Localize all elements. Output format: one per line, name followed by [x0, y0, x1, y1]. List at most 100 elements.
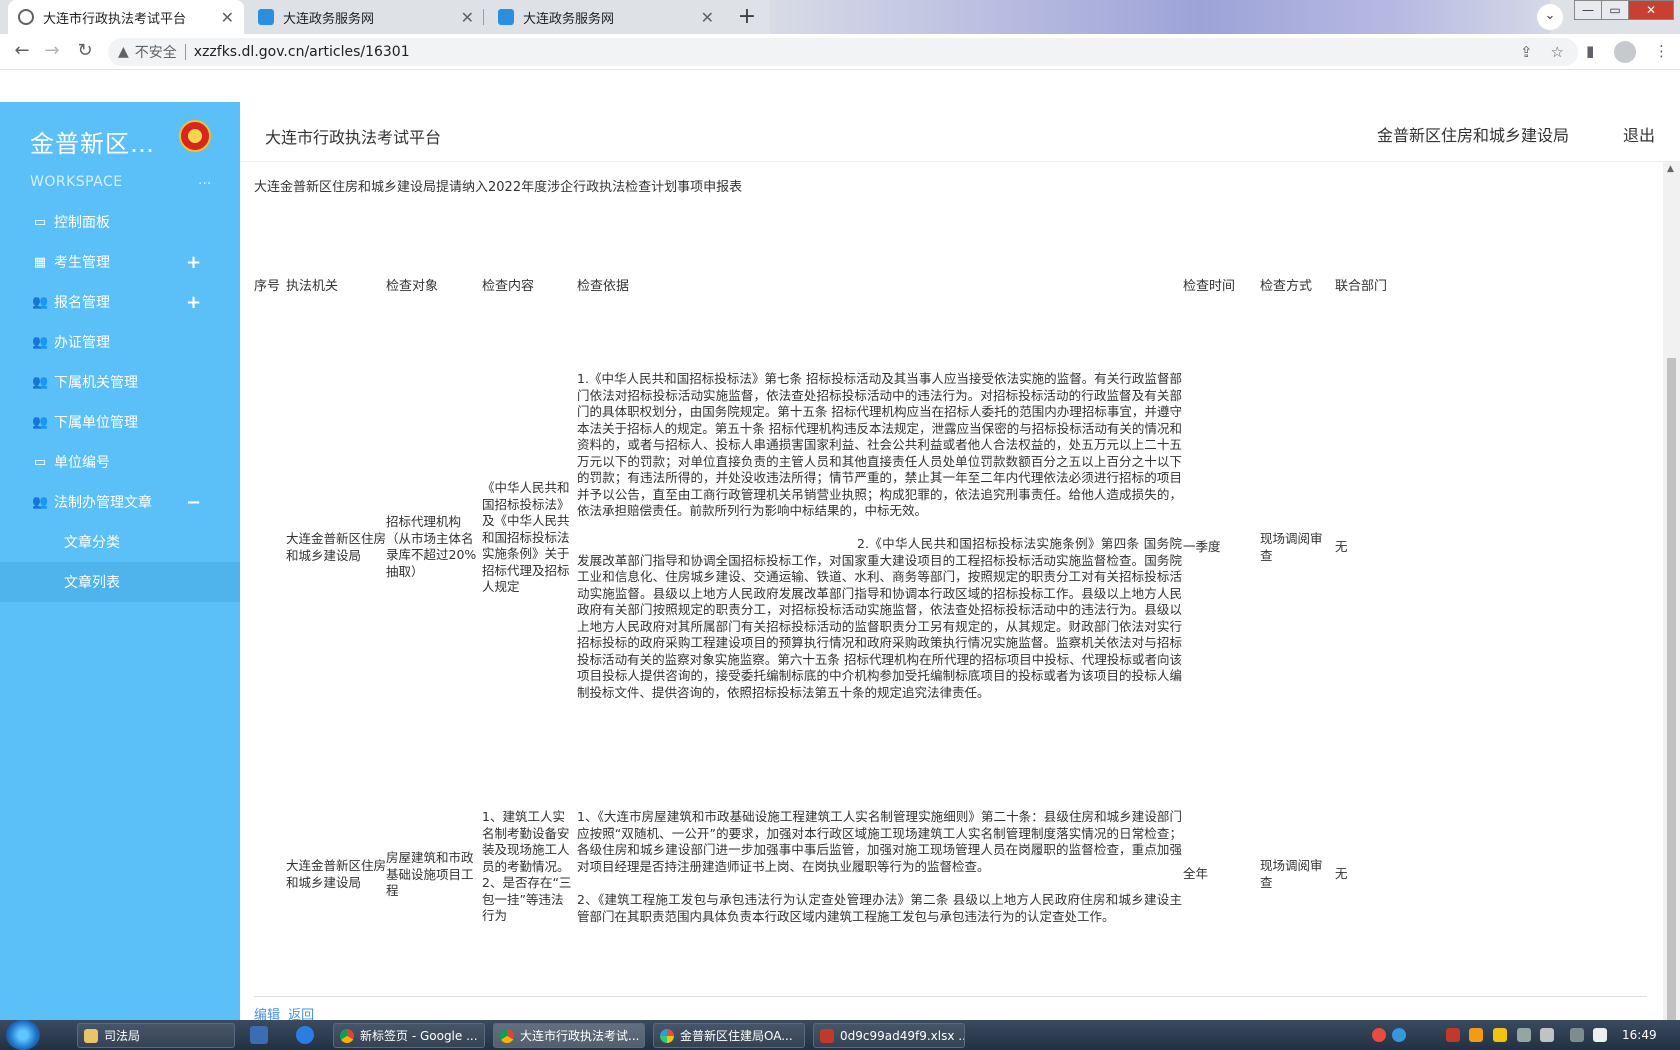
taskbar-item-exam-platform[interactable]: 大连市行政执法考试... — [493, 1023, 645, 1048]
row1-agency: 大连金普新区住房和城乡建设局 — [286, 531, 387, 563]
row1-time: 一季度 — [1183, 539, 1221, 554]
app-logo-text[interactable]: 金普新区… — [30, 124, 155, 159]
minimize-button[interactable]: — — [1574, 0, 1602, 20]
sidebar-subitem-label: 文章分类 — [64, 535, 120, 551]
folder-icon — [84, 1028, 98, 1043]
column-header-method: 检查方式 — [1260, 279, 1313, 294]
column-header-agency: 执法机关 — [286, 279, 339, 294]
sidebar-item-certificates[interactable]: 👥 办证管理 — [0, 322, 240, 362]
tab-title: 大连政务服务网 — [523, 11, 615, 27]
row1-basis-2: 2.《中华人民共和国招标投标法实施条例》第四条 国务院发展改革部门指导和协调全国… — [577, 536, 1182, 700]
browser-icon — [660, 1028, 674, 1043]
close-tab-icon[interactable]: ✕ — [461, 8, 474, 27]
row1-target: 招标代理机构（从市场主体名录库不超过20%抽取） — [386, 514, 477, 579]
forward-icon[interactable]: → — [40, 40, 64, 64]
close-tab-icon[interactable]: ✕ — [701, 8, 714, 27]
help-icon[interactable] — [1392, 1028, 1406, 1042]
sidebar-item-candidates[interactable]: ▦ 考生管理 + — [0, 242, 240, 282]
column-header-content: 检查内容 — [482, 279, 535, 294]
menu-icon[interactable]: ⋮ — [1654, 42, 1669, 60]
article-content: 大连金普新区住房和城乡建设局提请纳入2022年度涉企行政执法检查计划事项申报表 … — [240, 162, 1663, 1020]
close-window-button[interactable]: ✕ — [1628, 0, 1674, 20]
warning-icon[interactable]: ▲ — [118, 44, 129, 60]
grid-icon: ▦ — [33, 254, 47, 270]
sidebar-subitem-article-list[interactable]: 文章列表 — [0, 562, 240, 602]
app-header: 大连市行政执法考试平台 金普新区住房和城乡建设局 退出 — [240, 102, 1680, 162]
scroll-up-arrow-icon[interactable]: ▲ — [1667, 164, 1674, 174]
wps-tray-icon[interactable] — [1446, 1028, 1460, 1042]
back-link[interactable]: 返回 — [288, 1008, 314, 1020]
browser-quicklaunch-icon[interactable] — [296, 1026, 314, 1044]
back-icon[interactable]: ← — [10, 40, 34, 64]
url-text[interactable]: xzzfks.dl.gov.cn/articles/16301 — [194, 44, 410, 60]
sidebar-item-unit-codes[interactable]: ▭ 单位编号 — [0, 442, 240, 482]
row2-target: 房屋建筑和市政基础设施项目工程 — [386, 850, 474, 898]
tab-exam-platform[interactable]: 大连市行政执法考试平台 ✕ — [8, 0, 244, 34]
new-tab-button[interactable]: + — [733, 4, 761, 32]
tab-title: 大连市行政执法考试平台 — [43, 11, 187, 27]
sidebar-item-dashboard[interactable]: ▭ 控制面板 — [0, 202, 240, 242]
display-icon[interactable] — [1570, 1028, 1584, 1042]
start-button[interactable] — [6, 1020, 40, 1050]
taskbar-item-xlsx[interactable]: 0d9c99ad49f9.xlsx ... — [813, 1023, 965, 1048]
monitor-icon: ▭ — [33, 454, 47, 470]
article-title: 大连金普新区住房和城乡建设局提请纳入2022年度涉企行政执法检查计划事项申报表 — [254, 180, 743, 195]
taskbar-item-folder[interactable]: 司法局 — [77, 1023, 235, 1048]
taskbar-item-newtab[interactable]: 新标签页 - Google ... — [333, 1023, 485, 1048]
tab-gov-service-2[interactable]: 大连政务服务网 ✕ — [488, 0, 724, 34]
page-scrollbar[interactable]: ▲ — [1663, 162, 1680, 1020]
row1-basis-1: 1.《中华人民共和国招标投标法》第七条 招标投标活动及其当事人应当接受依法实施的… — [577, 371, 1182, 518]
site-title: 大连市行政执法考试平台 — [265, 128, 442, 147]
gov-site-icon — [498, 9, 514, 25]
volume-muted-icon[interactable] — [1593, 1028, 1607, 1042]
tab-title: 大连政务服务网 — [283, 11, 375, 27]
network-icon[interactable] — [1517, 1028, 1531, 1042]
sidebar-item-label: 考生管理 — [54, 255, 110, 271]
security-label[interactable]: 不安全 — [135, 42, 177, 62]
tab-search-button[interactable]: ⌄ — [1537, 4, 1563, 30]
taskbar-item-label: 司法局 — [104, 1029, 141, 1043]
close-tab-icon[interactable]: ✕ — [221, 8, 234, 27]
reload-icon[interactable]: ↻ — [73, 40, 97, 64]
sidebar-item-legal-articles[interactable]: 👥 法制办管理文章 − — [0, 482, 240, 522]
expand-plus-icon[interactable]: + — [186, 252, 201, 273]
logout-link[interactable]: 退出 — [1623, 122, 1655, 146]
input-method-icon[interactable] — [1372, 1028, 1386, 1042]
users-icon: 👥 — [32, 374, 49, 390]
collapse-minus-icon[interactable]: − — [186, 492, 201, 513]
wps-writer-icon[interactable] — [250, 1026, 268, 1044]
browser-toolbar: ← → ↻ ▲ 不安全 xzzfks.dl.gov.cn/articles/16… — [0, 34, 1680, 70]
row2-method: 现场调阅审查 — [1260, 858, 1323, 890]
address-bar[interactable]: ▲ 不安全 xzzfks.dl.gov.cn/articles/16301 ⇪ … — [108, 38, 1578, 66]
bookmark-star-icon[interactable]: ☆ — [1551, 43, 1564, 61]
workspace-more[interactable]: ... — [198, 172, 211, 188]
sidebar-item-subordinate-units[interactable]: 👥 下属单位管理 — [0, 402, 240, 442]
sidebar: 金普新区… WORKSPACE ... ▭ 控制面板 ▦ 考生管理 + 👥 报名… — [0, 102, 240, 1020]
scrollbar-thumb[interactable] — [1667, 358, 1676, 1020]
sidebar-item-registration[interactable]: 👥 报名管理 + — [0, 282, 240, 322]
sidebar-subitem-article-categories[interactable]: 文章分类 — [0, 522, 240, 562]
sidebar-item-label: 单位编号 — [54, 455, 110, 471]
profile-avatar[interactable] — [1614, 41, 1636, 63]
column-header-index: 序号 — [254, 279, 281, 294]
expand-plus-icon[interactable]: + — [186, 292, 201, 313]
edit-link[interactable]: 编辑 — [254, 1008, 280, 1020]
tab-gov-service-1[interactable]: 大连政务服务网 ✕ — [248, 0, 484, 34]
row2-time: 全年 — [1183, 866, 1209, 881]
row2-content: 1、建筑工人实名制考勤设备安装及现场施工人员的考勤情况。 2、是否存在“三包一挂… — [482, 809, 572, 923]
column-header-joint: 联合部门 — [1335, 279, 1388, 294]
flag-icon[interactable] — [1540, 1028, 1554, 1042]
share-icon[interactable]: ⇪ — [1520, 43, 1533, 61]
column-header-time: 检查时间 — [1183, 279, 1236, 294]
taskbar-item-oa[interactable]: 金普新区住建局OA... — [653, 1023, 805, 1048]
taskbar-clock[interactable]: 16:49 — [1622, 1028, 1657, 1042]
sidebar-item-label: 下属单位管理 — [54, 415, 138, 431]
sidebar-item-label: 办证管理 — [54, 335, 110, 351]
windows-taskbar: 司法局 新标签页 - Google ... 大连市行政执法考试... 金普新区住… — [0, 1020, 1680, 1050]
maximize-button[interactable]: ▭ — [1601, 0, 1629, 20]
tray-app-icon[interactable] — [1469, 1028, 1483, 1042]
sidebar-item-subordinate-agencies[interactable]: 👥 下属机关管理 — [0, 362, 240, 402]
side-panel-icon[interactable]: ▮ — [1586, 42, 1594, 60]
shield-icon[interactable] — [1493, 1028, 1507, 1042]
row1-joint: 无 — [1335, 539, 1348, 554]
